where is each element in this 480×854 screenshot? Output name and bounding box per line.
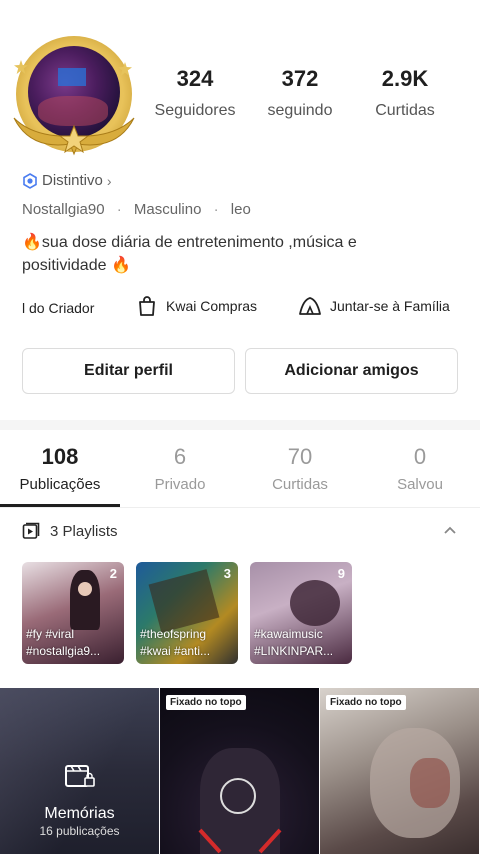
playlist-tags: #fy #viral #nostallgia9... bbox=[26, 626, 120, 660]
pinned-badge: Fixado no topo bbox=[166, 695, 246, 710]
playlist-tags: #kawaimusic #LINKINPAR... bbox=[254, 626, 348, 660]
section-divider bbox=[0, 420, 480, 430]
memories-title: Memórias bbox=[44, 805, 115, 822]
profile-bio: 🔥sua dose diária de entretenimento ,músi… bbox=[22, 231, 462, 277]
tab-label: Salvou bbox=[397, 476, 443, 493]
stat-followers[interactable]: 324 Seguidores bbox=[140, 66, 250, 120]
tab-count: 108 bbox=[41, 444, 79, 469]
join-family-link[interactable]: Juntar-se à Família bbox=[298, 295, 450, 317]
add-friends-button[interactable]: Adicionar amigos bbox=[245, 348, 458, 394]
active-tab-indicator bbox=[0, 504, 120, 507]
shopping-bag-icon bbox=[139, 296, 155, 316]
star-icon bbox=[14, 60, 28, 74]
stat-label: Curtidas bbox=[375, 102, 435, 119]
tab-count: 0 bbox=[413, 444, 427, 469]
playlists-header-label: 3 Playlists bbox=[50, 522, 118, 540]
playlist-card[interactable]: 3 #theofspring #kwai #anti... bbox=[136, 562, 238, 664]
playlist-tag-line: #kawaimusic bbox=[254, 627, 323, 641]
tab-publications[interactable]: 108 Publicações bbox=[0, 444, 120, 493]
stat-value: 324 bbox=[176, 66, 214, 91]
fire-emoji: 🔥 bbox=[22, 234, 42, 251]
tab-private[interactable]: 6 Privado bbox=[120, 444, 240, 493]
kwai-shopping-link[interactable]: Kwai Compras bbox=[136, 295, 257, 317]
playlist-card[interactable]: 2 #fy #viral #nostallgia9... bbox=[22, 562, 124, 664]
pinned-badge: Fixado no topo bbox=[326, 695, 406, 710]
join-family-label: Juntar-se à Família bbox=[330, 298, 450, 314]
badge-hexagon-icon bbox=[23, 172, 37, 189]
stat-likes[interactable]: 2.9K Curtidas bbox=[350, 66, 460, 120]
profile-links-row: l do Criador Kwai Compras Juntar-se à Fa… bbox=[0, 295, 480, 323]
kwai-shopping-label: Kwai Compras bbox=[166, 298, 258, 314]
username: Nostallgia90 bbox=[22, 201, 105, 218]
bio-line-1: sua dose diária de entretenimento ,músic… bbox=[41, 234, 357, 251]
stat-value: 2.9K bbox=[381, 66, 429, 91]
stat-value: 372 bbox=[281, 66, 319, 91]
edit-profile-button[interactable]: Editar perfil bbox=[22, 348, 235, 394]
tab-label: Privado bbox=[154, 476, 206, 493]
playlist-count: 2 bbox=[109, 566, 117, 581]
badge-link[interactable]: Distintivo › bbox=[22, 172, 112, 189]
playlists-header[interactable]: 3 Playlists bbox=[22, 522, 118, 540]
creator-link[interactable]: l do Criador bbox=[22, 300, 94, 316]
star-icon bbox=[118, 62, 132, 76]
playlist-tag-line: #fy #viral bbox=[26, 627, 75, 641]
tab-count: 70 bbox=[287, 444, 313, 469]
tab-likes[interactable]: 70 Curtidas bbox=[240, 444, 360, 493]
memories-count: 16 publicações bbox=[39, 824, 120, 838]
playlist-icon bbox=[22, 522, 40, 539]
badge-label: Distintivo bbox=[42, 172, 103, 189]
fire-emoji: 🔥 bbox=[110, 257, 131, 274]
avatar-laurel-icon bbox=[13, 117, 135, 156]
memories-tile[interactable]: Memórias 16 publicações bbox=[0, 688, 159, 854]
bio-line-2: positividade bbox=[22, 257, 107, 274]
video-tile[interactable]: Fixado no topo bbox=[160, 688, 319, 854]
profile-info-row: Nostallgia90 · Masculino · leo bbox=[22, 201, 251, 218]
location: leo bbox=[230, 201, 251, 218]
playlist-tag-line: #theofspring bbox=[140, 627, 207, 641]
tab-label: Curtidas bbox=[272, 476, 328, 493]
tab-count: 6 bbox=[173, 444, 187, 469]
creator-link-label: l do Criador bbox=[22, 300, 95, 316]
playlist-card[interactable]: 9 #kawaimusic #LINKINPAR... bbox=[250, 562, 352, 664]
chevron-right-icon: › bbox=[106, 172, 112, 189]
playlist-tag-line: #nostallgia9... bbox=[26, 644, 101, 658]
profile-avatar[interactable] bbox=[10, 32, 138, 158]
gender: Masculino bbox=[133, 201, 202, 218]
red-x-mark bbox=[198, 828, 282, 854]
playlist-count: 3 bbox=[223, 566, 231, 581]
playlist-count: 9 bbox=[337, 566, 345, 581]
tab-label: Publicações bbox=[19, 476, 101, 493]
stat-following[interactable]: 372 seguindo bbox=[245, 66, 355, 120]
playlist-tags: #theofspring #kwai #anti... bbox=[140, 626, 234, 660]
memories-video-icon bbox=[65, 765, 95, 787]
family-tent-icon bbox=[299, 297, 321, 315]
playlist-tag-line: #kwai #anti... bbox=[140, 644, 211, 658]
chevron-up-icon[interactable] bbox=[442, 522, 458, 538]
tab-saved[interactable]: 0 Salvou bbox=[360, 444, 480, 493]
playlist-tag-line: #LINKINPAR... bbox=[254, 644, 334, 658]
content-tabs: 108 Publicações 6 Privado 70 Curtidas 0 … bbox=[0, 430, 480, 508]
stat-label: Seguidores bbox=[154, 102, 236, 119]
video-tile[interactable]: Fixado no topo bbox=[320, 688, 479, 854]
stat-label: seguindo bbox=[267, 102, 333, 119]
